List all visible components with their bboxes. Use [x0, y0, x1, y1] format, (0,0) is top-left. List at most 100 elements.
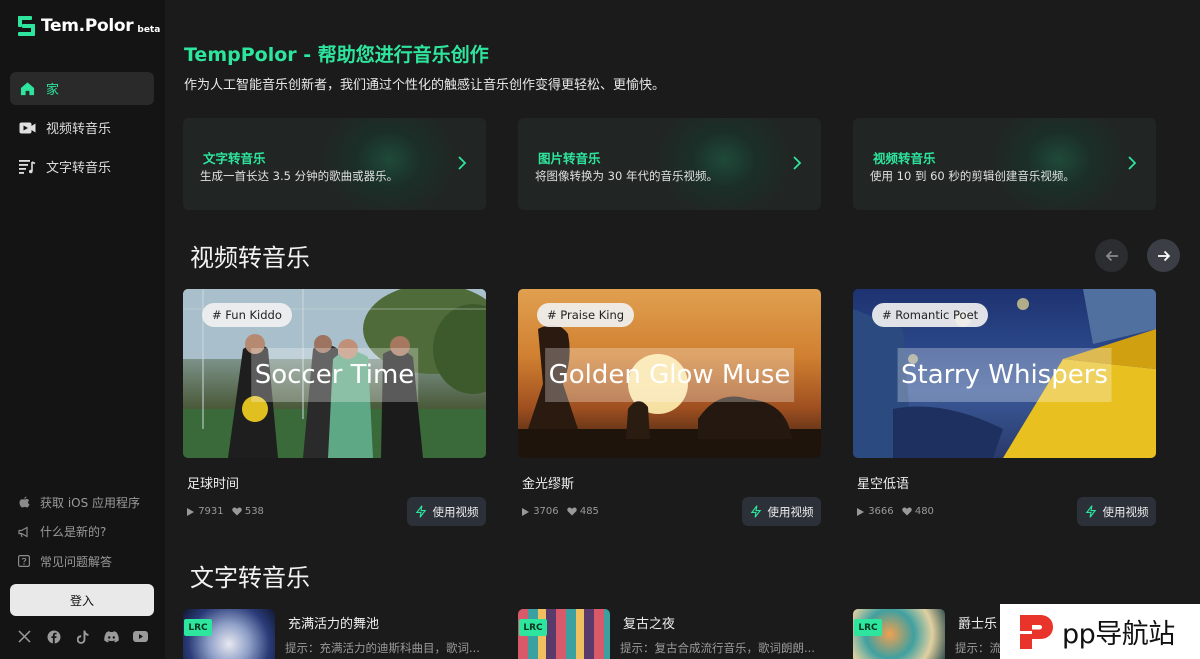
- text-music-card[interactable]: LRC 充满活力的舞池 提示：充满活力的迪斯科曲目，歌词...: [183, 609, 486, 659]
- video-camera-icon: [18, 119, 36, 137]
- track-thumbnail: LRC: [853, 609, 945, 659]
- social-links: [17, 629, 148, 644]
- genre-tag: # Fun Kiddo: [202, 303, 292, 327]
- beta-badge: beta: [137, 25, 161, 35]
- video-thumbnail[interactable]: # Fun Kiddo Soccer Time: [183, 289, 486, 458]
- play-count: 3666: [856, 506, 894, 517]
- lrc-badge: LRC: [854, 619, 882, 636]
- chevron-right-icon: [1128, 156, 1137, 170]
- track-title: 充满活力的舞池: [288, 617, 380, 632]
- sidebar-item-label: 视频转音乐: [46, 122, 112, 137]
- track-title: 爵士乐: [958, 617, 998, 632]
- track-title: 复古之夜: [623, 617, 676, 632]
- facebook-icon[interactable]: [46, 629, 61, 644]
- bolt-icon: [750, 505, 761, 518]
- genre-tag: # Praise King: [537, 303, 635, 327]
- card-title: 金光缪斯: [522, 477, 575, 492]
- sidebar: Tem.Polor beta 家 视频转音乐 文字转音乐 获取 iOS 应用程序: [0, 0, 165, 659]
- arrow-left-icon: [1105, 250, 1118, 261]
- carousel-prev-button[interactable]: [1095, 239, 1128, 272]
- carousel-next-button[interactable]: [1147, 239, 1180, 272]
- feature-card-text-to-music[interactable]: 文字转音乐 生成一首长达 3.5 分钟的歌曲或器乐。: [183, 118, 486, 210]
- button-label: 使用视频: [1102, 504, 1149, 519]
- feature-card-image-to-music[interactable]: 图片转音乐 将图像转换为 30 年代的音乐视频。: [518, 118, 821, 210]
- card-stats: 7931 538: [186, 506, 272, 517]
- use-video-button[interactable]: 使用视频: [742, 497, 821, 526]
- track-thumbnail: LRC: [183, 609, 275, 659]
- bolt-icon: [415, 505, 426, 518]
- section-title-text: 文字转音乐: [190, 564, 310, 592]
- sidebar-item-label: 家: [46, 83, 60, 98]
- logo-name: Tem.Polor: [41, 16, 134, 36]
- logo[interactable]: Tem.Polor beta: [18, 16, 160, 36]
- main-content: TempPolor - 帮助您进行音乐创作 作为人工智能音乐创新者，我们通过个性…: [165, 0, 1200, 659]
- link-label: 什么是新的?: [40, 525, 107, 539]
- youtube-icon[interactable]: [133, 629, 148, 644]
- text-music-card[interactable]: LRC 复古之夜 提示：复古合成流行音乐，歌词朗朗...: [518, 609, 821, 659]
- track-prompt: 提示：复古合成流行音乐，歌词朗朗...: [620, 641, 815, 655]
- sidebar-bottom-links: 获取 iOS 应用程序 什么是新的? 常见问题解答: [18, 492, 140, 581]
- question-icon: [18, 555, 30, 567]
- bolt-icon: [1085, 505, 1096, 518]
- page-subtitle: 作为人工智能音乐创新者，我们通过个性化的触感让音乐创作变得更轻松、更愉快。: [184, 78, 666, 93]
- play-count: 7931: [186, 506, 224, 517]
- card-stats: 3706 485: [521, 506, 607, 517]
- chevron-right-icon: [458, 156, 467, 170]
- video-card: # Romantic Poet Starry Whispers 星空低语 366…: [853, 289, 1156, 526]
- video-card: # Fun Kiddo Soccer Time 足球时间 7931 538 使用…: [183, 289, 486, 526]
- x-icon[interactable]: [17, 629, 32, 644]
- discord-icon[interactable]: [104, 629, 119, 644]
- sidebar-item-home[interactable]: 家: [10, 72, 154, 105]
- lrc-badge: LRC: [184, 619, 212, 636]
- track-thumbnail: LRC: [518, 609, 610, 659]
- track-prompt: 提示：充满活力的迪斯科曲目，歌词...: [285, 641, 480, 655]
- text-lines-icon: [18, 158, 36, 176]
- play-icon: [857, 507, 864, 516]
- feature-description: 使用 10 到 60 秒的剪辑创建音乐视频。: [870, 169, 1075, 183]
- apple-icon: [18, 496, 30, 508]
- tiktok-icon[interactable]: [75, 629, 90, 644]
- card-stats: 3666 480: [856, 506, 942, 517]
- card-title: 星空低语: [857, 477, 910, 492]
- use-video-button[interactable]: 使用视频: [1077, 497, 1156, 526]
- faq-link[interactable]: 常见问题解答: [18, 551, 140, 571]
- feature-title: 视频转音乐: [873, 151, 936, 166]
- section-title-video: 视频转音乐: [190, 244, 310, 272]
- thumbnail-title: Starry Whispers: [897, 348, 1112, 402]
- ios-app-link[interactable]: 获取 iOS 应用程序: [18, 492, 140, 512]
- play-count: 3706: [521, 506, 559, 517]
- megaphone-icon: [18, 525, 30, 538]
- thumbnail-title: Golden Glow Muse: [544, 348, 795, 402]
- play-icon: [522, 507, 529, 516]
- video-thumbnail[interactable]: # Praise King Golden Glow Muse: [518, 289, 821, 458]
- feature-description: 生成一首长达 3.5 分钟的歌曲或器乐。: [200, 169, 399, 183]
- login-button[interactable]: 登入: [10, 584, 154, 616]
- page-title: TempPolor - 帮助您进行音乐创作: [184, 44, 489, 66]
- sidebar-item-label: 文字转音乐: [46, 161, 112, 176]
- sidebar-nav: 家 视频转音乐 文字转音乐: [10, 72, 154, 189]
- heart-icon: [231, 507, 242, 516]
- arrow-right-icon: [1157, 250, 1170, 261]
- heart-icon: [566, 507, 577, 516]
- feature-card-video-to-music[interactable]: 视频转音乐 使用 10 到 60 秒的剪辑创建音乐视频。: [853, 118, 1156, 210]
- sidebar-item-text-to-music[interactable]: 文字转音乐: [10, 150, 154, 183]
- feature-title: 文字转音乐: [203, 151, 266, 166]
- video-thumbnail[interactable]: # Romantic Poet Starry Whispers: [853, 289, 1156, 458]
- feature-title: 图片转音乐: [538, 151, 601, 166]
- whats-new-link[interactable]: 什么是新的?: [18, 522, 140, 542]
- like-count: 485: [566, 506, 599, 517]
- home-icon: [18, 80, 36, 98]
- sidebar-item-video-to-music[interactable]: 视频转音乐: [10, 111, 154, 144]
- thumbnail-title: Soccer Time: [250, 348, 419, 402]
- play-icon: [187, 507, 194, 516]
- chevron-right-icon: [793, 156, 802, 170]
- lrc-badge: LRC: [519, 619, 547, 636]
- use-video-button[interactable]: 使用视频: [407, 497, 486, 526]
- card-title: 足球时间: [187, 477, 240, 492]
- logo-icon: [18, 16, 36, 36]
- link-label: 获取 iOS 应用程序: [40, 495, 141, 510]
- feature-description: 将图像转换为 30 年代的音乐视频。: [535, 169, 718, 183]
- like-count: 480: [901, 506, 934, 517]
- button-label: 使用视频: [767, 504, 814, 519]
- watermark: pp导航站: [1000, 604, 1200, 659]
